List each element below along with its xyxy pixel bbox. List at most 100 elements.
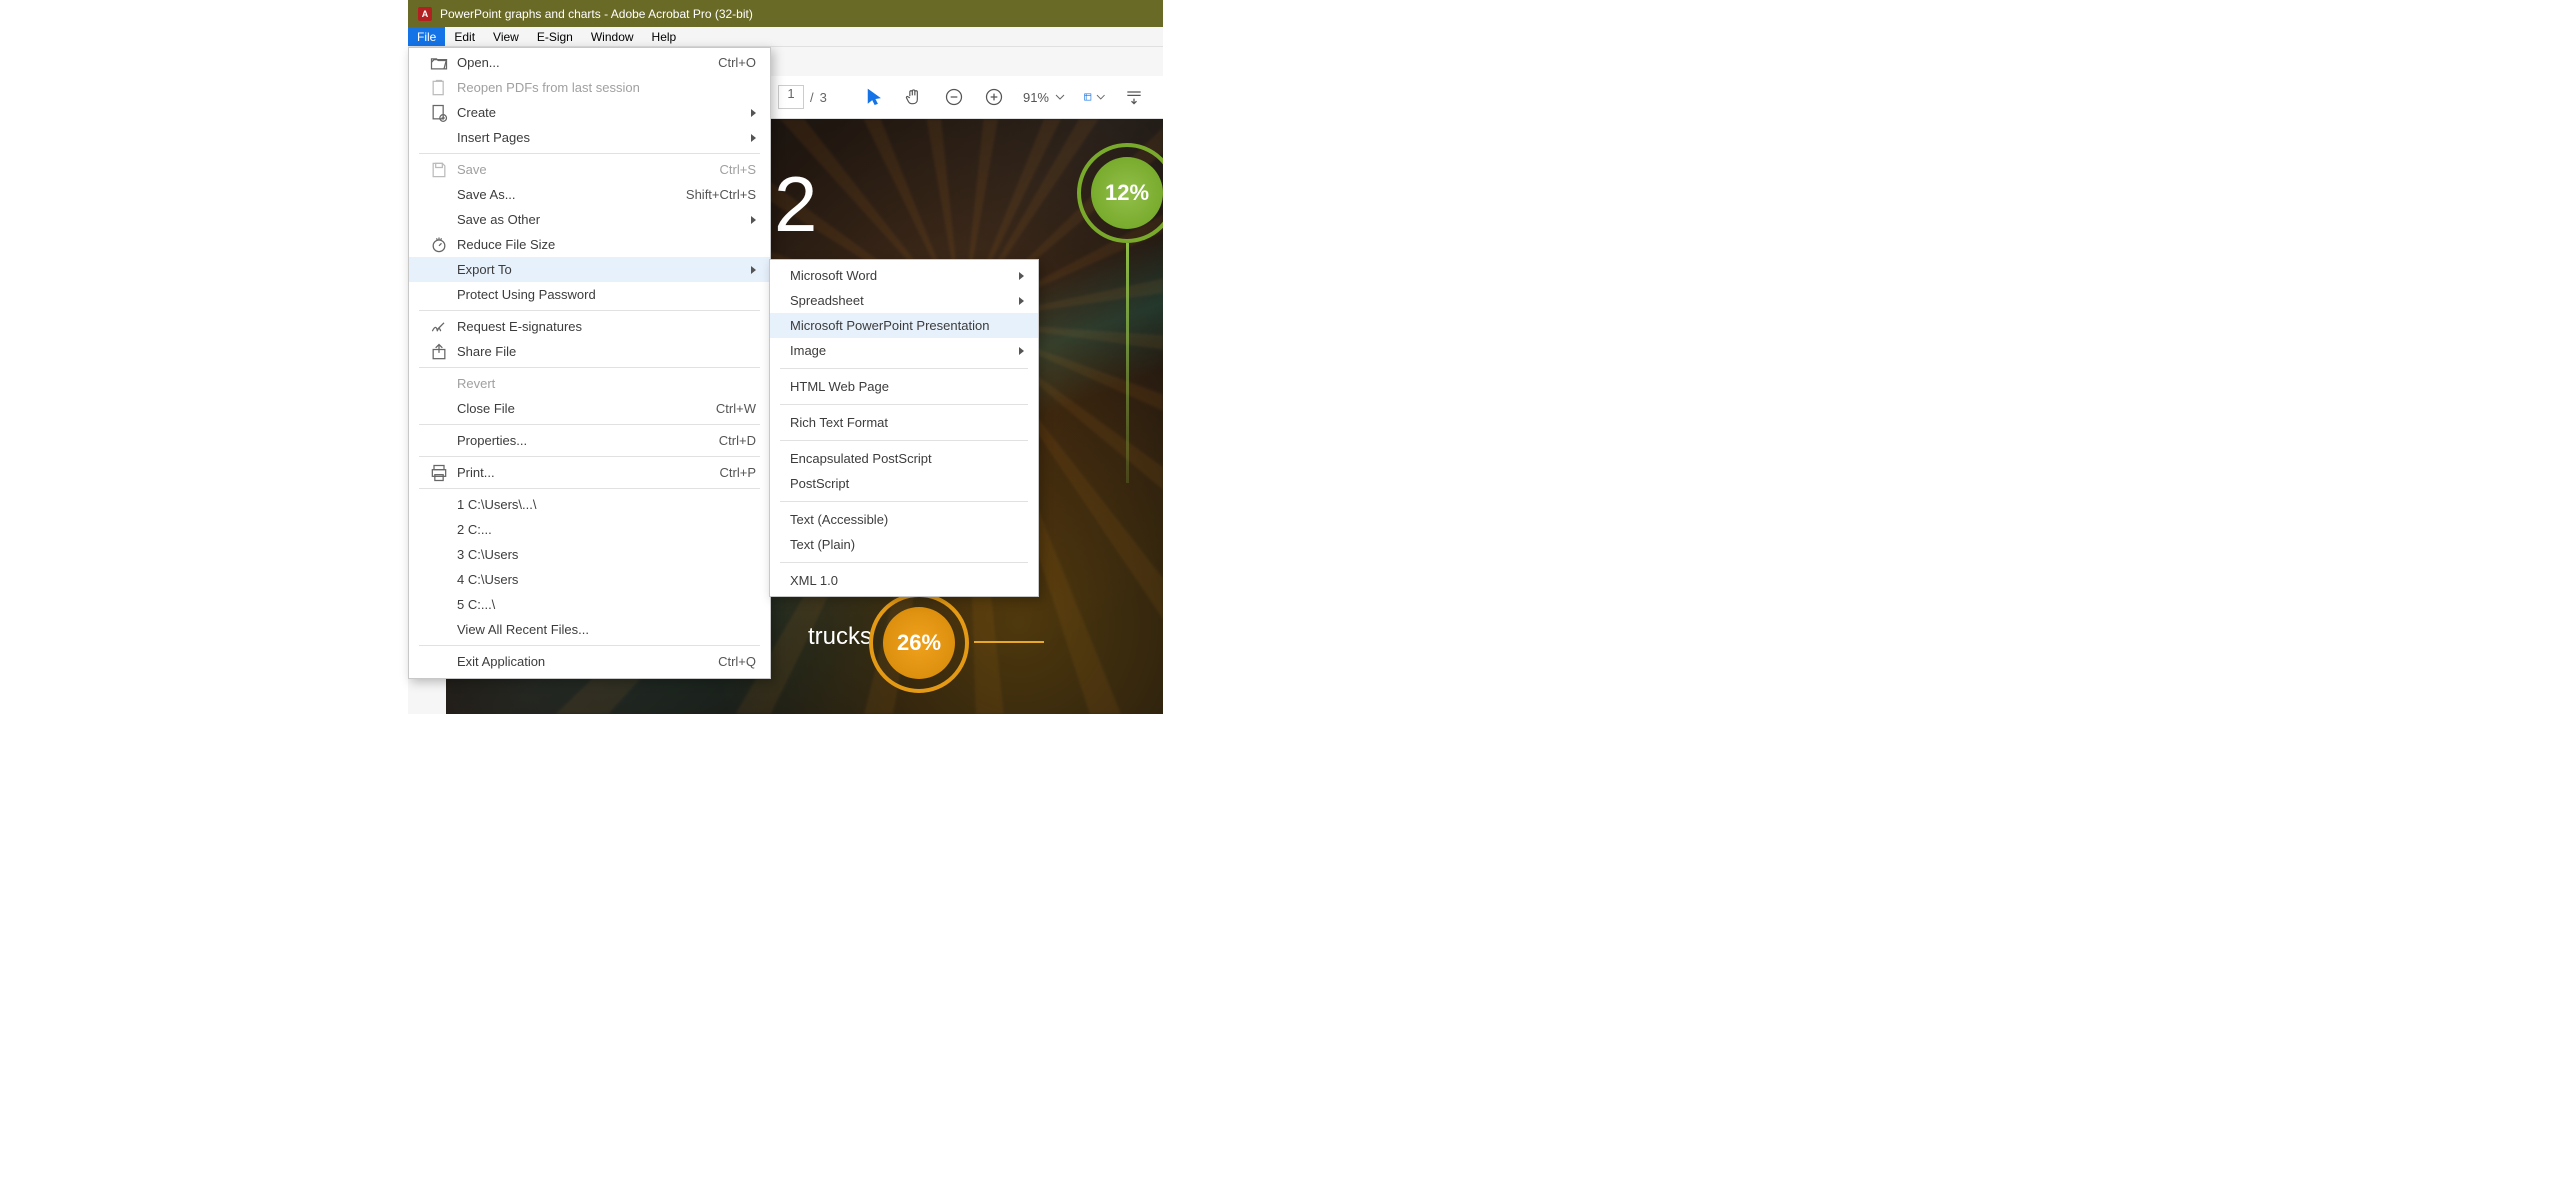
menu-label: Text (Accessible) bbox=[790, 512, 888, 527]
menu-label: Protect Using Password bbox=[457, 287, 596, 302]
menu-label: Open... bbox=[457, 55, 500, 70]
menu-save-as[interactable]: Save As... Shift+Ctrl+S bbox=[409, 182, 770, 207]
selection-tool-icon[interactable] bbox=[863, 86, 885, 108]
signature-icon bbox=[429, 317, 449, 337]
export-ps[interactable]: PostScript bbox=[770, 471, 1038, 496]
chevron-right-icon bbox=[1019, 297, 1024, 305]
menu-separator bbox=[419, 310, 760, 311]
menu-shortcut: Ctrl+O bbox=[718, 55, 756, 70]
menu-label: Exit Application bbox=[457, 654, 545, 669]
menu-label: PostScript bbox=[790, 476, 849, 491]
folder-open-icon bbox=[429, 53, 449, 73]
collapse-panel-icon[interactable] bbox=[1123, 86, 1145, 108]
badge-connector-line bbox=[974, 641, 1044, 643]
menu-reduce-file-size[interactable]: Reduce File Size bbox=[409, 232, 770, 257]
menu-separator bbox=[419, 153, 760, 154]
menu-open[interactable]: Open... Ctrl+O bbox=[409, 50, 770, 75]
export-xml[interactable]: XML 1.0 bbox=[770, 568, 1038, 593]
fit-page-icon[interactable] bbox=[1083, 86, 1105, 108]
export-eps[interactable]: Encapsulated PostScript bbox=[770, 446, 1038, 471]
menu-protect-password[interactable]: Protect Using Password bbox=[409, 282, 770, 307]
menu-request-signatures[interactable]: Request E-signatures bbox=[409, 314, 770, 339]
page-separator: / bbox=[810, 90, 814, 105]
menu-close-file[interactable]: Close File Ctrl+W bbox=[409, 396, 770, 421]
menu-edit[interactable]: Edit bbox=[445, 27, 484, 46]
zoom-out-icon[interactable] bbox=[943, 86, 965, 108]
menu-shortcut: Ctrl+S bbox=[720, 162, 756, 177]
export-word[interactable]: Microsoft Word bbox=[770, 263, 1038, 288]
menu-label: View All Recent Files... bbox=[457, 622, 589, 637]
compress-icon bbox=[429, 235, 449, 255]
menubar: File Edit View E-Sign Window Help bbox=[408, 27, 1163, 47]
export-html[interactable]: HTML Web Page bbox=[770, 374, 1038, 399]
menu-label: Spreadsheet bbox=[790, 293, 864, 308]
menu-view-all-recent[interactable]: View All Recent Files... bbox=[409, 617, 770, 642]
export-text-plain[interactable]: Text (Plain) bbox=[770, 532, 1038, 557]
menu-label: Microsoft Word bbox=[790, 268, 877, 283]
zoom-in-icon[interactable] bbox=[983, 86, 1005, 108]
menu-label: 3 C:\Users bbox=[457, 547, 518, 562]
menu-properties[interactable]: Properties... Ctrl+D bbox=[409, 428, 770, 453]
menu-recent-1[interactable]: 1 C:\Users\...\ bbox=[409, 492, 770, 517]
menu-revert: Revert bbox=[409, 371, 770, 396]
menu-recent-2[interactable]: 2 C:... bbox=[409, 517, 770, 542]
menu-separator bbox=[780, 440, 1028, 441]
export-spreadsheet[interactable]: Spreadsheet bbox=[770, 288, 1038, 313]
chevron-down-icon bbox=[1096, 87, 1106, 107]
menu-print[interactable]: Print... Ctrl+P bbox=[409, 460, 770, 485]
menu-label: Create bbox=[457, 105, 496, 120]
chevron-right-icon bbox=[751, 216, 756, 224]
export-rtf[interactable]: Rich Text Format bbox=[770, 410, 1038, 435]
menu-label: Save as Other bbox=[457, 212, 540, 227]
menu-window[interactable]: Window bbox=[582, 27, 643, 46]
menu-view[interactable]: View bbox=[484, 27, 528, 46]
figure-number-fragment: 2 bbox=[774, 159, 817, 250]
menu-separator bbox=[780, 562, 1028, 563]
menu-shortcut: Ctrl+P bbox=[720, 465, 756, 480]
menu-label: 4 C:\Users bbox=[457, 572, 518, 587]
menu-shortcut: Ctrl+W bbox=[716, 401, 756, 416]
percent-badge-12: 12% bbox=[1091, 157, 1163, 229]
menu-recent-3[interactable]: 3 C:\Users bbox=[409, 542, 770, 567]
menu-label: Properties... bbox=[457, 433, 527, 448]
page-number-input[interactable]: 1 bbox=[778, 85, 804, 109]
menu-save-other[interactable]: Save as Other bbox=[409, 207, 770, 232]
chevron-right-icon bbox=[751, 266, 756, 274]
menu-help[interactable]: Help bbox=[643, 27, 686, 46]
menu-label: Save As... bbox=[457, 187, 516, 202]
menu-create[interactable]: Create bbox=[409, 100, 770, 125]
menu-label: 2 C:... bbox=[457, 522, 492, 537]
history-icon bbox=[429, 78, 449, 98]
menu-separator bbox=[419, 424, 760, 425]
menu-label: Reopen PDFs from last session bbox=[457, 80, 640, 95]
menu-separator bbox=[780, 368, 1028, 369]
menu-exit-application[interactable]: Exit Application Ctrl+Q bbox=[409, 649, 770, 674]
menu-label: Text (Plain) bbox=[790, 537, 855, 552]
export-powerpoint[interactable]: Microsoft PowerPoint Presentation bbox=[770, 313, 1038, 338]
menu-label: Insert Pages bbox=[457, 130, 530, 145]
menu-recent-5[interactable]: 5 C:...\ bbox=[409, 592, 770, 617]
menu-label: Export To bbox=[457, 262, 512, 277]
menu-file[interactable]: File bbox=[408, 27, 445, 46]
export-text-accessible[interactable]: Text (Accessible) bbox=[770, 507, 1038, 532]
menu-export-to[interactable]: Export To bbox=[409, 257, 770, 282]
menu-insert-pages[interactable]: Insert Pages bbox=[409, 125, 770, 150]
hand-tool-icon[interactable] bbox=[903, 86, 925, 108]
menu-label: 1 C:\Users\...\ bbox=[457, 497, 536, 512]
menu-share-file[interactable]: Share File bbox=[409, 339, 770, 364]
zoom-level[interactable]: 91% bbox=[1023, 90, 1065, 105]
menu-recent-4[interactable]: 4 C:\Users bbox=[409, 567, 770, 592]
menu-shortcut: Shift+Ctrl+S bbox=[686, 187, 756, 202]
menu-label: Share File bbox=[457, 344, 516, 359]
save-icon bbox=[429, 160, 449, 180]
chevron-right-icon bbox=[1019, 347, 1024, 355]
export-image[interactable]: Image bbox=[770, 338, 1038, 363]
chevron-down-icon bbox=[1055, 94, 1065, 100]
percent-badge-26: 26% bbox=[883, 607, 955, 679]
menu-label: Request E-signatures bbox=[457, 319, 582, 334]
menu-separator bbox=[419, 456, 760, 457]
acrobat-logo-icon: A bbox=[418, 7, 432, 21]
chevron-right-icon bbox=[751, 134, 756, 142]
menu-save: Save Ctrl+S bbox=[409, 157, 770, 182]
menu-esign[interactable]: E-Sign bbox=[528, 27, 582, 46]
